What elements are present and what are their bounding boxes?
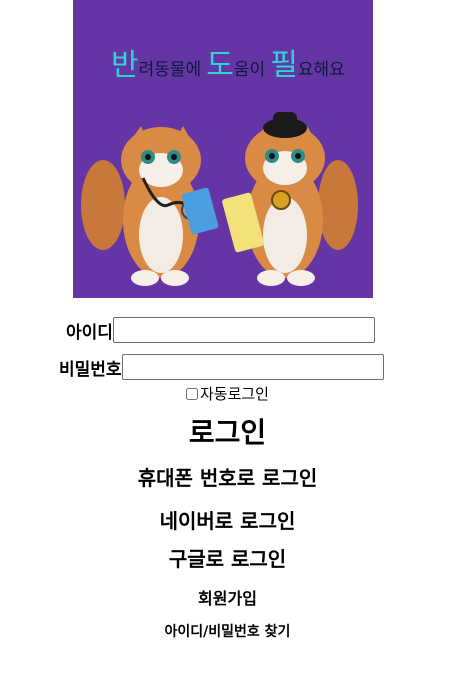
phone-login-link[interactable]: 휴대폰 번호로 로그인	[0, 462, 455, 491]
doctor-cat-icon	[81, 126, 219, 286]
password-input[interactable]	[121, 354, 384, 380]
id-input[interactable]	[112, 317, 375, 343]
id-label: 아이디	[66, 322, 113, 343]
auto-login-checkbox[interactable]	[185, 387, 198, 400]
password-label: 비밀번호	[59, 359, 122, 380]
auto-login-row: 자동로그인	[0, 383, 455, 404]
password-row: 비밀번호	[59, 354, 384, 380]
cats-illustration	[81, 112, 358, 286]
find-account-link[interactable]: 아이디/비밀번호 찾기	[0, 621, 455, 641]
google-login-link[interactable]: 구글로 로그인	[0, 543, 455, 572]
scholar-cat-icon	[222, 112, 358, 286]
signup-link[interactable]: 회원가입	[0, 585, 455, 609]
banner-image: 반려동물에 도움이 필요해요	[73, 0, 373, 298]
auto-login-label[interactable]: 자동로그인	[200, 383, 269, 404]
login-button[interactable]: 로그인	[0, 411, 455, 451]
naver-login-link[interactable]: 네이버로 로그인	[0, 505, 455, 534]
id-row: 아이디	[66, 317, 375, 343]
